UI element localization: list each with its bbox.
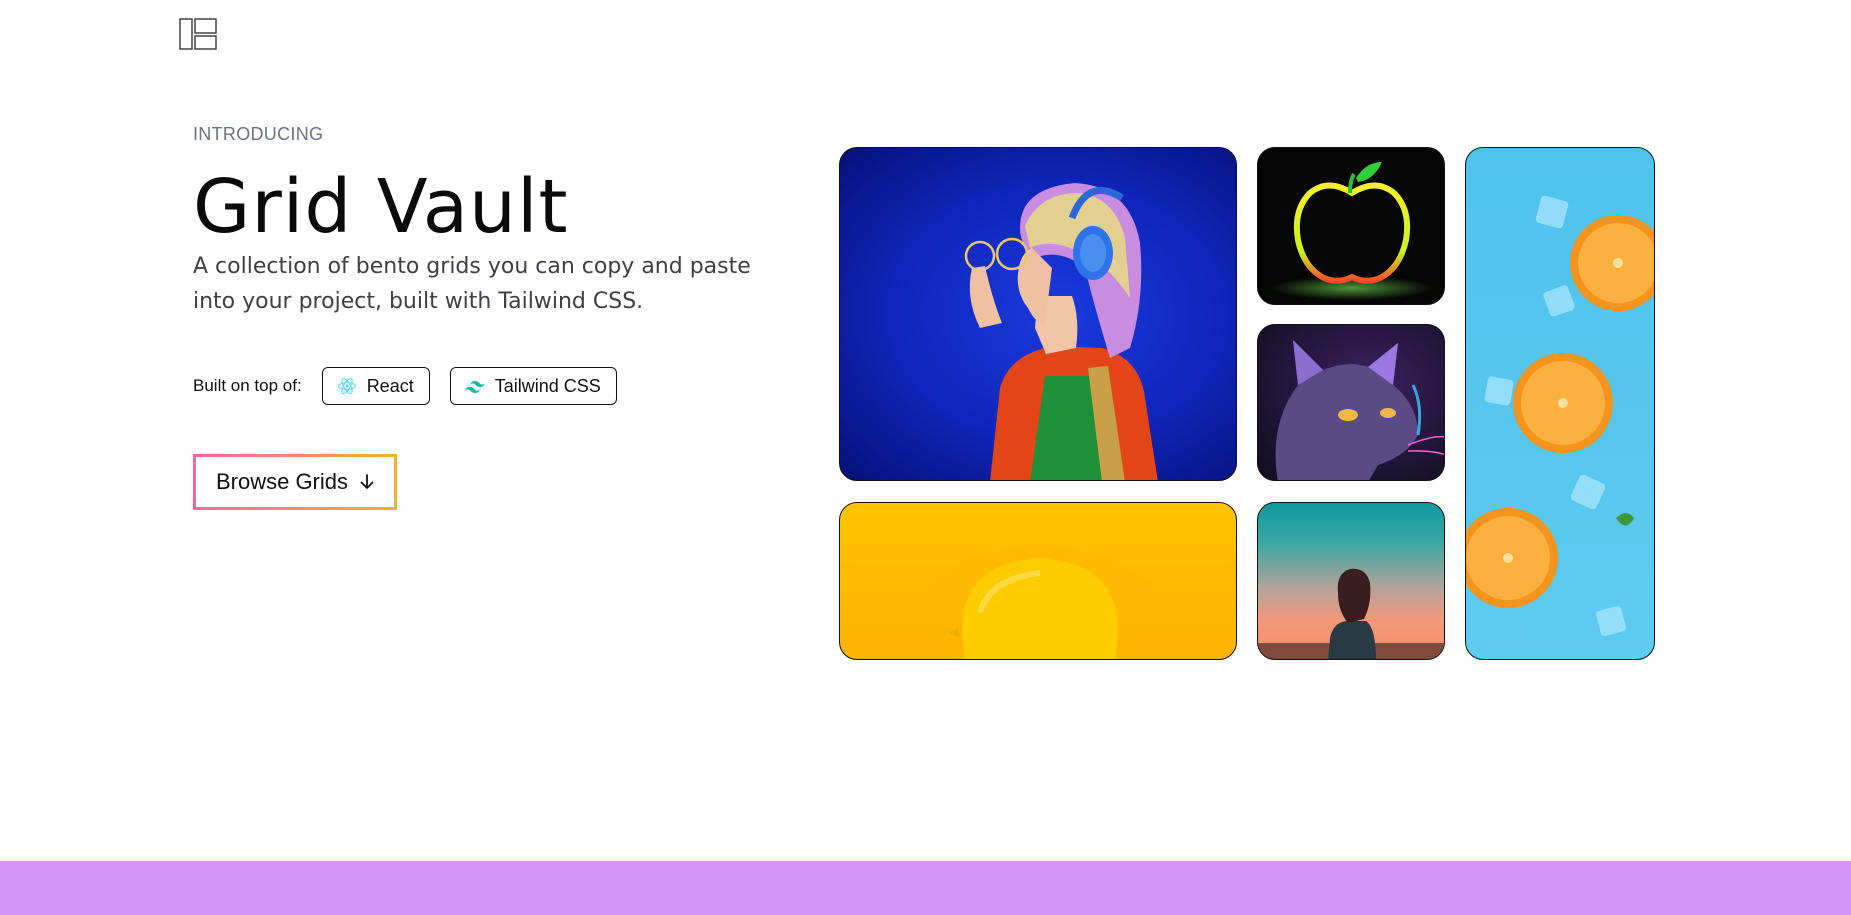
hero-section: INTRODUCING Grid Vault A collection of b… <box>193 124 773 319</box>
hero-subtitle: A collection of bento grids you can copy… <box>193 254 751 314</box>
woman-sunset-image[interactable] <box>1257 502 1445 660</box>
built-on-label: Built on top of: <box>193 376 302 395</box>
tailwind-icon <box>464 381 485 393</box>
eyebrow-label: INTRODUCING <box>193 124 324 144</box>
arrow-down-icon <box>360 474 374 489</box>
browse-grids-label: Browse Grids <box>215 469 349 494</box>
browse-grids-button[interactable]: Browse Grids <box>193 454 397 510</box>
tailwind-chip[interactable]: Tailwind CSS <box>449 367 617 405</box>
lemon-image[interactable] <box>839 502 1237 660</box>
page-title: Grid Vault <box>193 164 569 250</box>
oranges-ice-illustration <box>1466 195 1654 637</box>
built-on-row: Built on top of: React Tailwind CSS <box>193 367 637 405</box>
woman-headphones-illustration <box>964 183 1158 480</box>
react-chip[interactable]: React <box>321 367 430 405</box>
neon-cat-illustration <box>1275 340 1444 480</box>
bento-grid-logo-icon[interactable] <box>179 18 217 50</box>
oranges-ice-image[interactable] <box>1465 147 1655 660</box>
woman-sunset-illustration <box>1258 568 1444 659</box>
neon-apple-illustration <box>1272 162 1432 300</box>
lemon-illustration <box>921 545 1157 659</box>
browse-grids-button-inner: Browse Grids <box>196 457 394 507</box>
neon-cat-image[interactable] <box>1257 324 1445 481</box>
tailwind-chip-label: Tailwind CSS <box>494 375 601 396</box>
react-icon <box>337 377 356 395</box>
footer-band <box>0 861 1851 915</box>
woman-headphones-image[interactable] <box>839 147 1237 481</box>
neon-apple-image[interactable] <box>1257 147 1445 305</box>
react-chip-label: React <box>366 375 414 396</box>
